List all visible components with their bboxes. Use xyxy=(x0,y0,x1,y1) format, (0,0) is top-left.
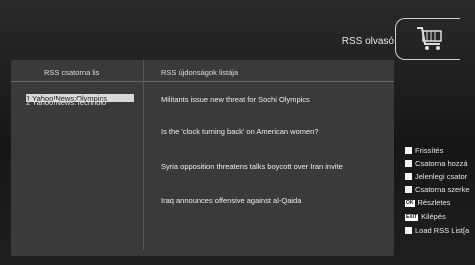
news-column-header: RSS újdonságok listája xyxy=(161,68,239,77)
legend-edit-channel: Csatorna szerke xyxy=(405,185,470,194)
column-divider xyxy=(143,60,144,250)
header: RSS olvasó xyxy=(11,0,394,60)
legend-current-channel: Jelenlegi csator xyxy=(405,172,467,181)
feeds-column-header: RSS csatorna lis xyxy=(44,68,100,77)
exit-key-icon: EXIT xyxy=(405,214,419,221)
feed-number: 2 xyxy=(26,98,31,107)
news-item-2[interactable]: Is the 'clock turning back' on American … xyxy=(161,127,319,136)
main-panel xyxy=(11,60,394,256)
white-key-icon xyxy=(405,227,412,234)
news-item-4[interactable]: Iraq announces offensive against al-Qaid… xyxy=(161,196,301,205)
blue-key-icon xyxy=(405,186,412,193)
shopping-cart-icon xyxy=(417,27,442,50)
page-title: RSS olvasó xyxy=(341,36,394,47)
legend-load-list: Load RSS List[a xyxy=(405,226,469,235)
legend-add-channel: Csatorna hozzá xyxy=(405,159,468,168)
feed-name: Yahoo!News:Technolo xyxy=(32,98,107,107)
news-item-3[interactable]: Syria opposition threatens talks boycott… xyxy=(161,162,343,171)
legend-details: OK Részletes xyxy=(405,198,451,207)
yellow-key-icon xyxy=(405,173,412,180)
red-key-icon xyxy=(405,147,412,154)
legend-exit: EXIT Kilépés xyxy=(405,212,446,221)
news-item-1[interactable]: Militants issue new threat for Sochi Oly… xyxy=(161,95,310,104)
feed-item-2[interactable]: 2 Yahoo!News:Technolo xyxy=(26,98,106,107)
ok-key-icon: OK xyxy=(405,200,415,207)
legend-refresh: Frissítés xyxy=(405,146,443,155)
header-divider xyxy=(11,81,394,82)
green-key-icon xyxy=(405,160,412,167)
